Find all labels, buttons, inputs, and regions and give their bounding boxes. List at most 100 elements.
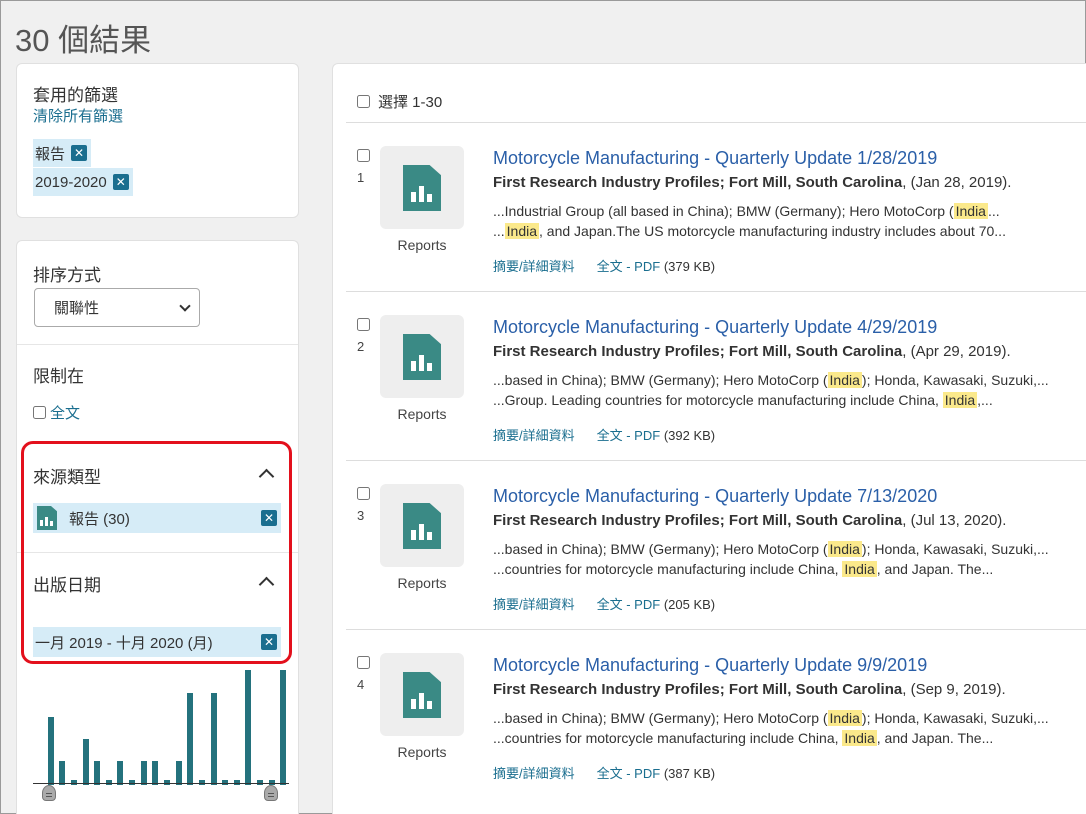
result-item: 3 Reports Motorcycle Manufacturing - Qua…	[346, 460, 1086, 629]
page-title: 30 個結果	[15, 23, 152, 58]
result-source: First Research Industry Profiles; Fort M…	[493, 343, 1011, 360]
source-type-label: 來源類型	[33, 468, 101, 487]
histogram-bar	[94, 761, 101, 785]
report-thumbnail[interactable]	[380, 653, 464, 736]
result-checkbox[interactable]	[357, 656, 370, 669]
source-type-facet-label: 報告 (30)	[69, 510, 130, 528]
fulltext-pdf-link[interactable]: 全文 - PDF	[597, 259, 661, 274]
result-type-label: Reports	[397, 744, 447, 760]
file-size: (205 KB)	[663, 597, 716, 612]
snippet-text: ...based in China); BMW (Germany); Hero …	[493, 541, 828, 557]
select-all-label: 選擇 1-30	[378, 94, 443, 111]
fulltext-pdf-link[interactable]: 全文 - PDF	[597, 428, 661, 443]
histogram-axis	[33, 783, 289, 784]
fulltext-label[interactable]: 全文	[50, 402, 80, 423]
chevron-up-icon[interactable]	[258, 468, 275, 485]
snippet-text: ...Industrial Group (all based in China)…	[493, 203, 954, 219]
pub-date-label: 出版日期	[33, 576, 101, 595]
remove-filter-icon[interactable]: ✕	[112, 174, 129, 190]
report-icon	[37, 506, 57, 530]
result-snippet: ...based in China); BMW (Germany); Hero …	[493, 710, 1049, 726]
source-type-facet: 報告 (30) ✕	[33, 503, 281, 533]
sort-selected-value: 關聯性	[54, 300, 100, 317]
result-title-link[interactable]: Motorcycle Manufacturing - Quarterly Upd…	[493, 486, 937, 507]
limit-label: 限制在	[33, 367, 84, 386]
select-all-checkbox[interactable]	[357, 95, 370, 108]
result-item: 4 Reports Motorcycle Manufacturing - Qua…	[346, 629, 1086, 798]
snippet-highlight: India	[827, 372, 862, 388]
snippet-highlight: India	[842, 730, 877, 746]
histogram-bar	[82, 739, 89, 785]
abstract-details-link[interactable]: 摘要/詳細資料	[493, 256, 575, 275]
select-all[interactable]: 選擇 1-30	[357, 91, 442, 112]
histogram-bar	[210, 693, 217, 785]
snippet-highlight: India	[953, 203, 988, 219]
result-number: 4	[357, 677, 365, 692]
report-thumbnail[interactable]	[380, 146, 464, 229]
result-checkbox[interactable]	[357, 149, 370, 162]
abstract-details-link[interactable]: 摘要/詳細資料	[493, 594, 575, 613]
snippet-text: ...countries for motorcycle manufacturin…	[493, 561, 843, 577]
results-panel: 選擇 1-30 1 Reports Motorcycle Manufacturi…	[332, 63, 1086, 814]
result-links: 摘要/詳細資料 全文 - PDF (392 KB)	[493, 425, 715, 444]
snippet-text: ...based in China); BMW (Germany); Hero …	[493, 372, 828, 388]
applied-filters-panel: 套用的篩選 清除所有篩選 報告 ✕ 2019-2020 ✕	[16, 63, 299, 218]
result-source: First Research Industry Profiles; Fort M…	[493, 512, 1006, 529]
abstract-details-link[interactable]: 摘要/詳細資料	[493, 763, 575, 782]
result-date: , (Sep 9, 2019).	[902, 681, 1006, 698]
snippet-highlight: India	[827, 541, 862, 557]
snippet-text: ,...	[977, 392, 993, 408]
result-number: 1	[357, 170, 365, 185]
applied-filters-heading: 套用的篩選	[33, 86, 118, 105]
result-date: , (Apr 29, 2019).	[902, 343, 1011, 360]
range-end-handle[interactable]	[264, 785, 278, 801]
chevron-up-icon[interactable]	[258, 576, 275, 593]
result-checkbox[interactable]	[357, 487, 370, 500]
clear-all-filters-link[interactable]: 清除所有篩選	[33, 105, 123, 126]
remove-filter-icon[interactable]: ✕	[71, 145, 88, 161]
result-source: First Research Industry Profiles; Fort M…	[493, 681, 1006, 698]
snippet-highlight: India	[842, 561, 877, 577]
filter-chip-date: 2019-2020 ✕	[33, 168, 133, 196]
report-icon	[403, 503, 441, 549]
fulltext-checkbox[interactable]	[33, 406, 46, 419]
result-title-link[interactable]: Motorcycle Manufacturing - Quarterly Upd…	[493, 655, 927, 676]
remove-filter-icon[interactable]: ✕	[261, 634, 277, 650]
snippet-text: ...based in China); BMW (Germany); Hero …	[493, 710, 828, 726]
snippet-text: ); Honda, Kawasaki, Suzuki,...	[861, 541, 1049, 557]
divider	[17, 552, 298, 553]
result-type-label: Reports	[397, 575, 447, 591]
result-publication: First Research Industry Profiles; Fort M…	[493, 174, 903, 191]
result-snippet: ... India, and Japan.The US motorcycle ma…	[493, 223, 1006, 239]
file-size: (387 KB)	[663, 766, 716, 781]
result-links: 摘要/詳細資料 全文 - PDF (205 KB)	[493, 594, 715, 613]
range-start-handle[interactable]	[42, 785, 56, 801]
result-source: First Research Industry Profiles; Fort M…	[493, 174, 1011, 191]
divider	[17, 344, 298, 345]
pub-date-facet: 一月 2019 - 十月 2020 (月) ✕	[33, 627, 281, 657]
abstract-details-link[interactable]: 摘要/詳細資料	[493, 425, 575, 444]
remove-filter-icon[interactable]: ✕	[261, 510, 277, 526]
sort-select[interactable]: 關聯性	[34, 288, 200, 327]
result-checkbox[interactable]	[357, 318, 370, 331]
fulltext-option[interactable]: 全文	[33, 402, 80, 423]
result-title-link[interactable]: Motorcycle Manufacturing - Quarterly Upd…	[493, 317, 937, 338]
result-type-label: Reports	[397, 237, 447, 253]
result-publication: First Research Industry Profiles; Fort M…	[493, 512, 903, 529]
date-histogram[interactable]	[33, 665, 289, 785]
result-publication: First Research Industry Profiles; Fort M…	[493, 681, 903, 698]
snippet-text: ...	[987, 203, 1000, 219]
snippet-text: , and Japan. The...	[876, 730, 994, 746]
snippet-text: ...countries for motorcycle manufacturin…	[493, 730, 843, 746]
sort-label: 排序方式	[33, 266, 101, 285]
fulltext-pdf-link[interactable]: 全文 - PDF	[597, 597, 661, 612]
result-snippet: ...Group. Leading countries for motorcyc…	[493, 392, 993, 408]
result-snippet: ...based in China); BMW (Germany); Hero …	[493, 372, 1049, 388]
result-title-link[interactable]: Motorcycle Manufacturing - Quarterly Upd…	[493, 148, 937, 169]
fulltext-pdf-link[interactable]: 全文 - PDF	[597, 766, 661, 781]
result-links: 摘要/詳細資料 全文 - PDF (379 KB)	[493, 256, 715, 275]
report-thumbnail[interactable]	[380, 315, 464, 398]
result-number: 2	[357, 339, 365, 354]
histogram-bar	[152, 761, 159, 785]
report-thumbnail[interactable]	[380, 484, 464, 567]
